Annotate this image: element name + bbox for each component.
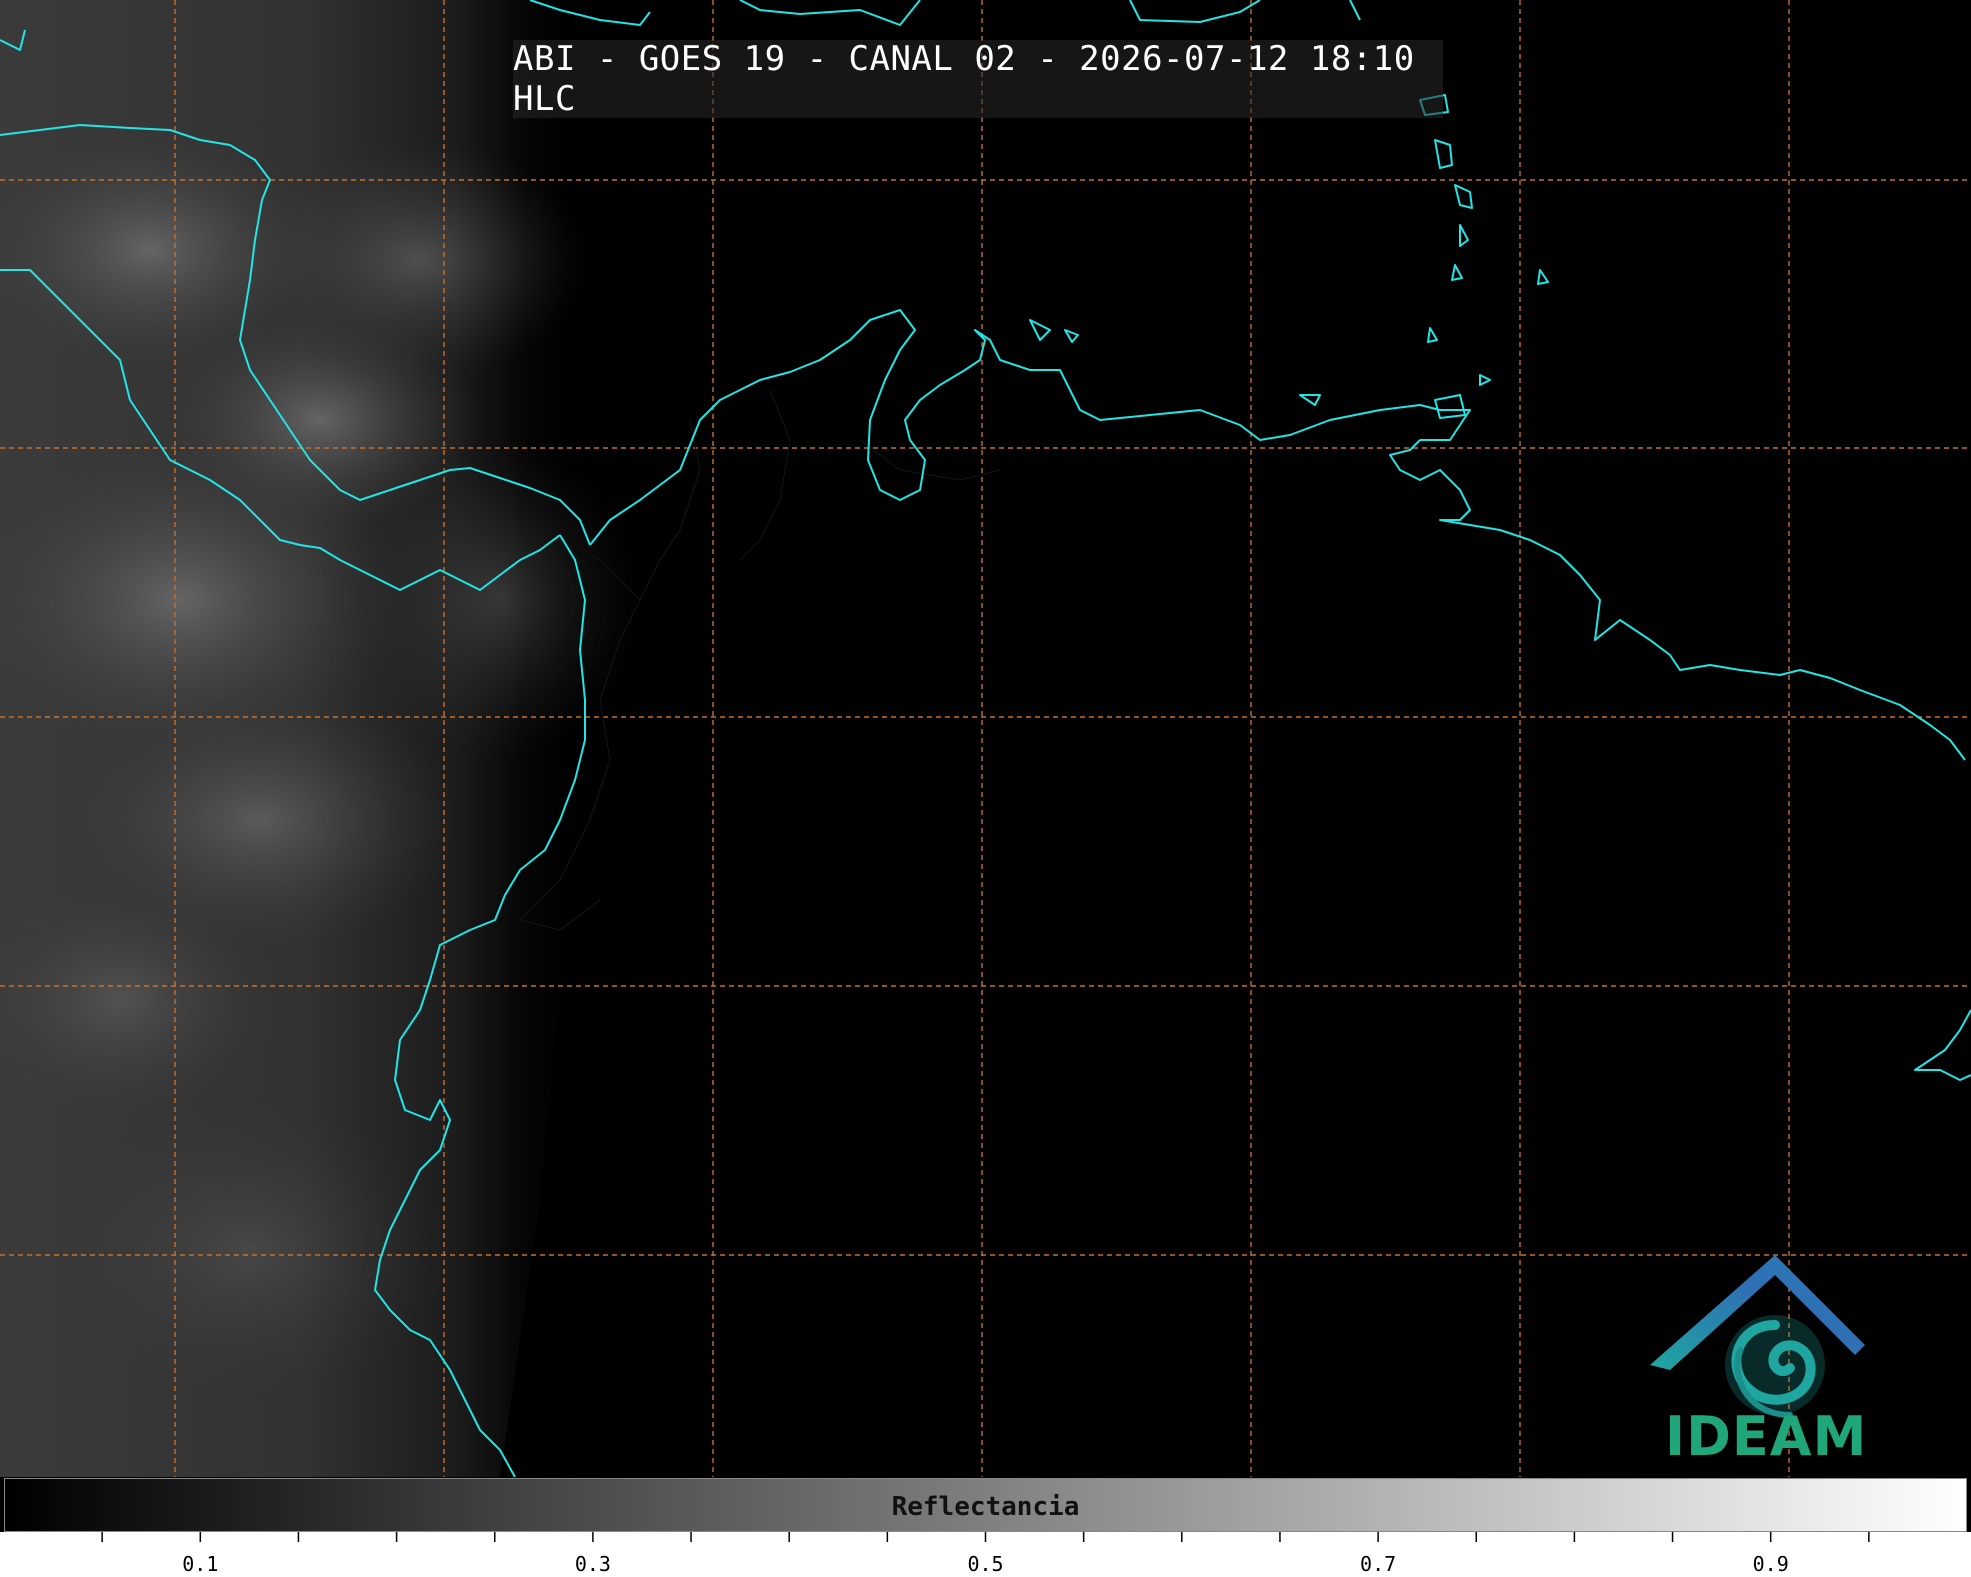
colorbar-ticks	[101, 1532, 1870, 1542]
ideam-logo-text: IDEAM	[1665, 1405, 1868, 1468]
map-title: ABI - GOES 19 - CANAL 02 - 2026-07-12 18…	[513, 39, 1443, 119]
colorbar-tick-label: 0.1	[182, 1552, 219, 1576]
reflectance-colorbar: Reflectancia	[4, 1478, 1967, 1532]
colorbar-tick-label: 0.3	[574, 1552, 611, 1576]
colorbar-label: Reflectancia	[891, 1492, 1080, 1522]
colorbar-tick-label: 0.5	[967, 1552, 1004, 1576]
colorbar-axis: 0.1 0.3 0.5 0.7 0.9	[0, 1532, 1971, 1577]
colorbar-tick-label: 0.9	[1752, 1552, 1789, 1576]
colorbar-tick-label: 0.7	[1360, 1552, 1397, 1576]
